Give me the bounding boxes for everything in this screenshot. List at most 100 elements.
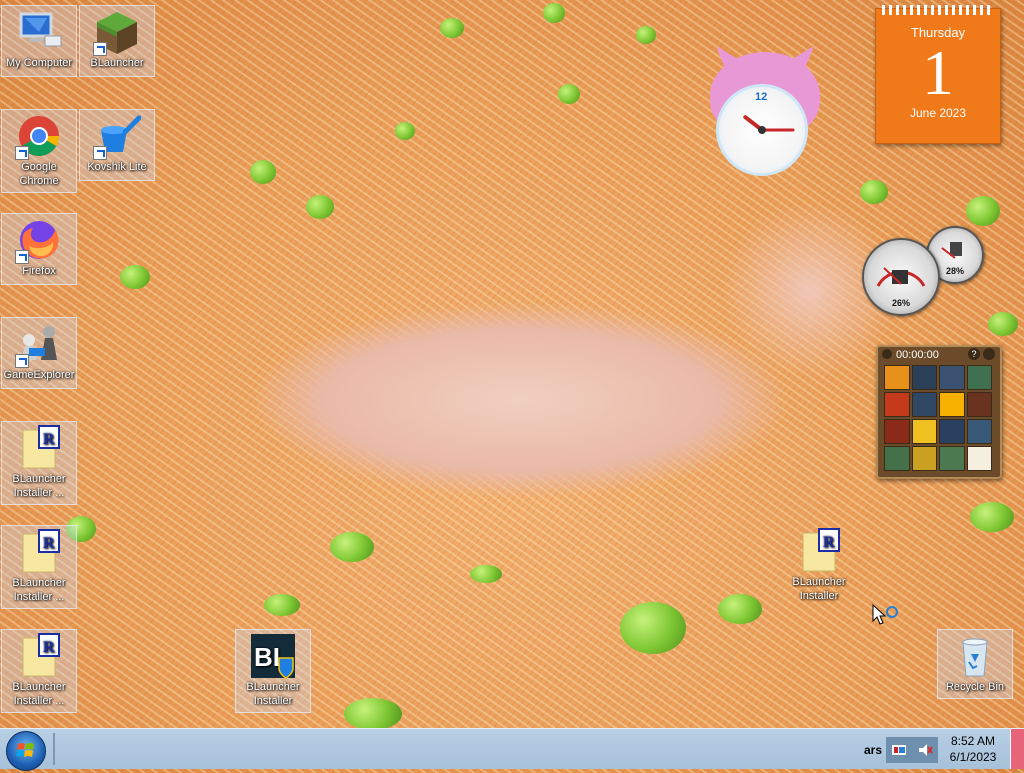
puzzle-tile[interactable] bbox=[911, 419, 937, 444]
puzzle-tile[interactable] bbox=[966, 365, 992, 390]
recycle-bin-icon bbox=[951, 632, 999, 680]
desktop-icon-label: Recycle Bin bbox=[945, 681, 1005, 693]
installer-file-icon: R bbox=[15, 528, 63, 576]
desktop-icon-label: BLauncher Installer ... bbox=[12, 681, 66, 707]
clock-gadget[interactable]: 12 bbox=[706, 46, 824, 176]
desktop-icon-blauncher-installer-bl[interactable]: BL BLauncher Installer bbox=[235, 629, 311, 713]
puzzle-tile[interactable] bbox=[939, 365, 965, 390]
mouse-cursor-icon bbox=[872, 604, 898, 625]
picture-puzzle-gadget[interactable]: 00:00:00 ? bbox=[876, 345, 1002, 479]
desktop-icon-my-computer[interactable]: My Computer bbox=[1, 5, 77, 77]
cpu-percent: 26% bbox=[891, 298, 910, 308]
pea bbox=[988, 312, 1018, 336]
puzzle-tile[interactable] bbox=[939, 392, 965, 417]
pea bbox=[250, 160, 276, 184]
desktop-icon-blauncher-installer-1[interactable]: R BLauncher Installer ... bbox=[1, 421, 77, 505]
desktop-icon-blauncher-installer-3[interactable]: R BLauncher Installer ... bbox=[1, 629, 77, 713]
puzzle-tile[interactable] bbox=[939, 419, 965, 444]
computer-icon bbox=[15, 8, 63, 56]
desktop-icon-recycle-bin[interactable]: Recycle Bin bbox=[937, 629, 1013, 699]
pea bbox=[440, 18, 464, 38]
puzzle-tile[interactable] bbox=[884, 446, 910, 471]
desktop-icon-kovshik-lite[interactable]: Kovshik Lite bbox=[79, 109, 155, 181]
chrome-icon bbox=[15, 112, 63, 160]
chess-pieces-icon bbox=[15, 320, 63, 368]
desktop-icon-label: BLauncher Installer ... bbox=[12, 577, 66, 603]
taskbar-clock[interactable]: 8:52 AM 6/1/2023 bbox=[940, 733, 1006, 765]
desktop-icon-blauncher[interactable]: BLauncher bbox=[79, 5, 155, 77]
start-button[interactable] bbox=[6, 731, 46, 771]
desktop-icon-label: Google Chrome bbox=[19, 161, 59, 187]
puzzle-tile[interactable] bbox=[911, 392, 937, 417]
puzzle-tile[interactable] bbox=[884, 419, 910, 444]
shortcut-arrow-icon bbox=[15, 250, 29, 264]
calendar-day: 1 bbox=[922, 37, 954, 108]
pea bbox=[636, 26, 656, 44]
pea bbox=[120, 265, 150, 289]
desktop-icon-label: GameExplorer bbox=[3, 369, 75, 381]
puzzle-tile[interactable] bbox=[911, 446, 937, 471]
svg-text:R: R bbox=[823, 534, 835, 551]
desktop-icon-firefox[interactable]: Firefox bbox=[1, 213, 77, 285]
taskbar-date: 6/1/2023 bbox=[949, 750, 997, 764]
calendar-gadget[interactable]: Thursday 1 June 2023 bbox=[875, 5, 1001, 144]
shortcut-arrow-icon bbox=[93, 146, 107, 160]
desktop-icon-gameexplorer[interactable]: GameExplorer bbox=[1, 317, 77, 389]
puzzle-tile[interactable] bbox=[966, 392, 992, 417]
puzzle-tile[interactable] bbox=[966, 419, 992, 444]
svg-text:R: R bbox=[43, 535, 55, 552]
action-center-icon[interactable] bbox=[886, 737, 912, 763]
desktop-icon-label: Kovshik Lite bbox=[87, 161, 147, 173]
puzzle-tile[interactable] bbox=[966, 446, 992, 471]
firefox-icon bbox=[15, 216, 63, 264]
shortcut-arrow-icon bbox=[93, 42, 107, 56]
puzzle-tile[interactable] bbox=[884, 365, 910, 390]
desktop-icon-label: BLauncher Installer ... bbox=[12, 473, 66, 499]
pea bbox=[558, 84, 580, 104]
windows-logo-icon bbox=[16, 743, 34, 757]
clock-face: 12 bbox=[716, 84, 808, 176]
pea bbox=[966, 196, 1000, 226]
desktop-icon-label: BLauncher Installer bbox=[246, 681, 300, 707]
calendar-rings bbox=[882, 5, 994, 15]
desktop-icon-label: BLauncher bbox=[90, 57, 144, 69]
puzzle-header: 00:00:00 ? bbox=[878, 347, 1000, 363]
desktop-icon-blauncher-installer-4[interactable]: R BLauncher Installer bbox=[781, 525, 857, 609]
puzzle-grid bbox=[884, 365, 992, 471]
desktop-icon-blauncher-installer-2[interactable]: R BLauncher Installer ... bbox=[1, 525, 77, 609]
pea bbox=[264, 594, 300, 616]
pea bbox=[344, 698, 402, 730]
taskbar: ars 8:52 AM 6/1/2023 bbox=[0, 728, 1024, 771]
volume-muted-icon[interactable] bbox=[912, 737, 938, 763]
pea bbox=[970, 502, 1014, 532]
puzzle-back-icon[interactable] bbox=[882, 349, 892, 359]
svg-text:R: R bbox=[43, 431, 55, 448]
help-icon[interactable]: ? bbox=[968, 348, 980, 360]
bucket-icon bbox=[93, 112, 142, 160]
grass-block-icon bbox=[93, 8, 141, 56]
pea bbox=[620, 602, 686, 654]
shortcut-arrow-icon bbox=[15, 354, 29, 368]
pea bbox=[860, 180, 888, 204]
puzzle-tile[interactable] bbox=[884, 392, 910, 417]
installer-file-icon: R bbox=[795, 527, 843, 575]
taskbar-divider bbox=[53, 733, 55, 765]
installer-file-icon: R bbox=[15, 424, 63, 472]
calendar-month-year: June 2023 bbox=[909, 106, 967, 120]
pea bbox=[543, 3, 565, 23]
desktop-icon-label: BLauncher Installer bbox=[792, 576, 846, 602]
taskbar-time: 8:52 AM bbox=[950, 734, 996, 748]
desktop-icon-label: Firefox bbox=[22, 265, 56, 277]
clock-hands bbox=[743, 115, 795, 134]
language-indicator[interactable]: ars bbox=[864, 743, 882, 757]
shuffle-icon[interactable] bbox=[983, 348, 995, 360]
pea bbox=[718, 594, 762, 624]
pea bbox=[395, 122, 415, 140]
pea bbox=[330, 532, 374, 562]
show-desktop-button[interactable] bbox=[1010, 729, 1024, 769]
cpu-meter: 26% bbox=[862, 238, 940, 316]
puzzle-tile[interactable] bbox=[939, 446, 965, 471]
pea bbox=[306, 195, 334, 219]
puzzle-tile[interactable] bbox=[911, 365, 937, 390]
desktop-icon-google-chrome[interactable]: Google Chrome bbox=[1, 109, 77, 193]
